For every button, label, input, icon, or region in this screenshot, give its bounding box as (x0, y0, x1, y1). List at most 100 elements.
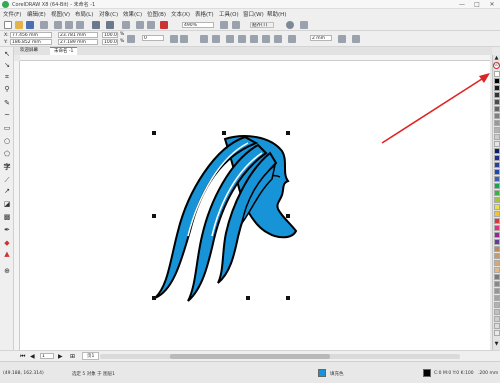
palette-swatch[interactable] (494, 204, 500, 210)
eyedropper-tool-icon[interactable]: ✒ (3, 226, 11, 234)
palette-swatch[interactable] (494, 106, 500, 112)
next-page-icon[interactable]: ▶ (58, 353, 63, 360)
menu-layout[interactable]: 布局(L) (75, 10, 93, 18)
rectangle-tool-icon[interactable]: ▭ (3, 124, 11, 132)
palette-swatch[interactable] (494, 71, 500, 77)
shape-tool-icon[interactable]: ↘ (3, 61, 11, 69)
redo-icon[interactable] (106, 21, 114, 29)
align-icon[interactable] (288, 35, 296, 43)
palette-swatch[interactable] (494, 127, 500, 133)
transparency-tool-icon[interactable]: ▩ (3, 213, 11, 221)
palette-swatch[interactable] (494, 78, 500, 84)
open-icon[interactable] (15, 21, 23, 29)
scale-width-field[interactable]: 100.0 (102, 32, 118, 38)
drop-shadow-icon[interactable]: ◪ (3, 200, 11, 208)
intersect-icon[interactable] (250, 35, 258, 43)
outline-width-field[interactable]: 2 mm (310, 35, 332, 41)
palette-swatch[interactable] (494, 260, 500, 266)
print-icon[interactable] (40, 21, 48, 29)
palette-swatch[interactable] (494, 232, 500, 238)
ellipse-tool-icon[interactable]: ○ (3, 137, 11, 145)
outline-swatch[interactable] (423, 369, 431, 377)
drawing-canvas[interactable] (20, 61, 490, 350)
export-icon[interactable] (147, 21, 155, 29)
interactive-fill-icon[interactable]: ◆ (3, 239, 11, 247)
import-icon[interactable] (136, 21, 144, 29)
parallel-dimension-icon[interactable]: ⟋ (3, 176, 11, 184)
menu-tools[interactable]: 工具(O) (219, 10, 239, 18)
to-front-icon[interactable] (352, 35, 360, 43)
artistic-media-icon[interactable]: ~ (3, 111, 11, 119)
front-minus-back-icon[interactable] (274, 35, 282, 43)
selection-handle-ml[interactable] (152, 214, 156, 218)
palette-swatch[interactable] (494, 295, 500, 301)
full-screen-icon[interactable] (220, 21, 228, 29)
text-wrap-icon[interactable] (338, 35, 346, 43)
mirror-horizontal-icon[interactable] (170, 35, 178, 43)
rulers-icon[interactable] (232, 21, 240, 29)
maximize-button[interactable]: □ (470, 0, 484, 9)
palette-swatch[interactable] (494, 288, 500, 294)
palette-swatch[interactable] (494, 309, 500, 315)
palette-swatch[interactable] (494, 162, 500, 168)
page-tab[interactable]: 页1 (82, 352, 100, 360)
scroll-thumb[interactable] (170, 354, 330, 359)
page-count-field[interactable]: 1 (40, 353, 54, 359)
paste-icon[interactable] (76, 21, 84, 29)
palette-swatch[interactable] (494, 330, 500, 336)
height-field[interactable]: 27.189 mm (58, 39, 98, 45)
fill-swatch[interactable] (318, 369, 326, 377)
width-field[interactable]: 23.781 mm (58, 32, 98, 38)
menu-object[interactable]: 对象(C) (99, 10, 118, 18)
palette-swatch[interactable] (494, 246, 500, 252)
close-button[interactable]: ✕ (485, 0, 499, 9)
scale-height-field[interactable]: 100.0 (102, 39, 118, 45)
polygon-tool-icon[interactable]: ⬠ (3, 150, 11, 158)
palette-swatch[interactable] (494, 218, 500, 224)
group-icon[interactable] (200, 35, 208, 43)
palette-swatch[interactable] (494, 281, 500, 287)
palette-swatch[interactable] (494, 155, 500, 161)
x-position-field[interactable]: 77.456 mm (10, 32, 52, 38)
menu-window[interactable]: 窗口(W) (243, 10, 264, 18)
trim-icon[interactable] (238, 35, 246, 43)
palette-scroll-down-icon[interactable]: ▼ (493, 341, 500, 347)
palette-swatch[interactable] (494, 148, 500, 154)
rotation-angle-field[interactable]: 0 (142, 35, 164, 41)
selection-handle-bc[interactable] (246, 296, 250, 300)
selection-handle-tc[interactable] (222, 131, 226, 135)
selection-handle-tr[interactable] (286, 131, 290, 135)
menu-text[interactable]: 文本(X) (171, 10, 190, 18)
options-gear-icon[interactable] (286, 21, 294, 29)
minimize-button[interactable]: — (455, 0, 469, 9)
palette-swatch[interactable] (494, 113, 500, 119)
palette-swatch[interactable] (494, 190, 500, 196)
launch-icon[interactable] (300, 21, 308, 29)
palette-swatch[interactable] (494, 225, 500, 231)
lock-ratio-icon[interactable] (127, 35, 135, 43)
first-page-icon[interactable]: ⏮ (20, 353, 25, 361)
palette-swatch[interactable] (494, 302, 500, 308)
selection-handle-mr[interactable] (286, 214, 290, 218)
cut-icon[interactable] (54, 21, 62, 29)
palette-swatch[interactable] (494, 85, 500, 91)
palette-swatch[interactable] (494, 239, 500, 245)
zoom-level-select[interactable]: 490% (182, 22, 214, 28)
y-position-field[interactable]: 186.852 mm (10, 39, 52, 45)
palette-swatch[interactable] (494, 134, 500, 140)
selection-handle-bl[interactable] (152, 296, 156, 300)
prev-page-icon[interactable]: ◀ (30, 353, 35, 360)
palette-swatch[interactable] (494, 176, 500, 182)
menu-file[interactable]: 文件(F) (3, 10, 21, 18)
palette-swatch[interactable] (494, 316, 500, 322)
tab-document[interactable]: 未命名 -1 (50, 47, 78, 55)
smart-fill-icon[interactable]: ▲ (3, 250, 11, 258)
menu-table[interactable]: 表格(T) (195, 10, 214, 18)
menu-help[interactable]: 帮助(H) (267, 10, 286, 18)
weld-icon[interactable] (226, 35, 234, 43)
save-icon[interactable] (26, 21, 34, 29)
menu-view[interactable]: 视图(V) (51, 10, 70, 18)
simplify-icon[interactable] (262, 35, 270, 43)
add-page-icon[interactable]: ⊞ (70, 353, 75, 360)
palette-swatch[interactable] (494, 253, 500, 259)
